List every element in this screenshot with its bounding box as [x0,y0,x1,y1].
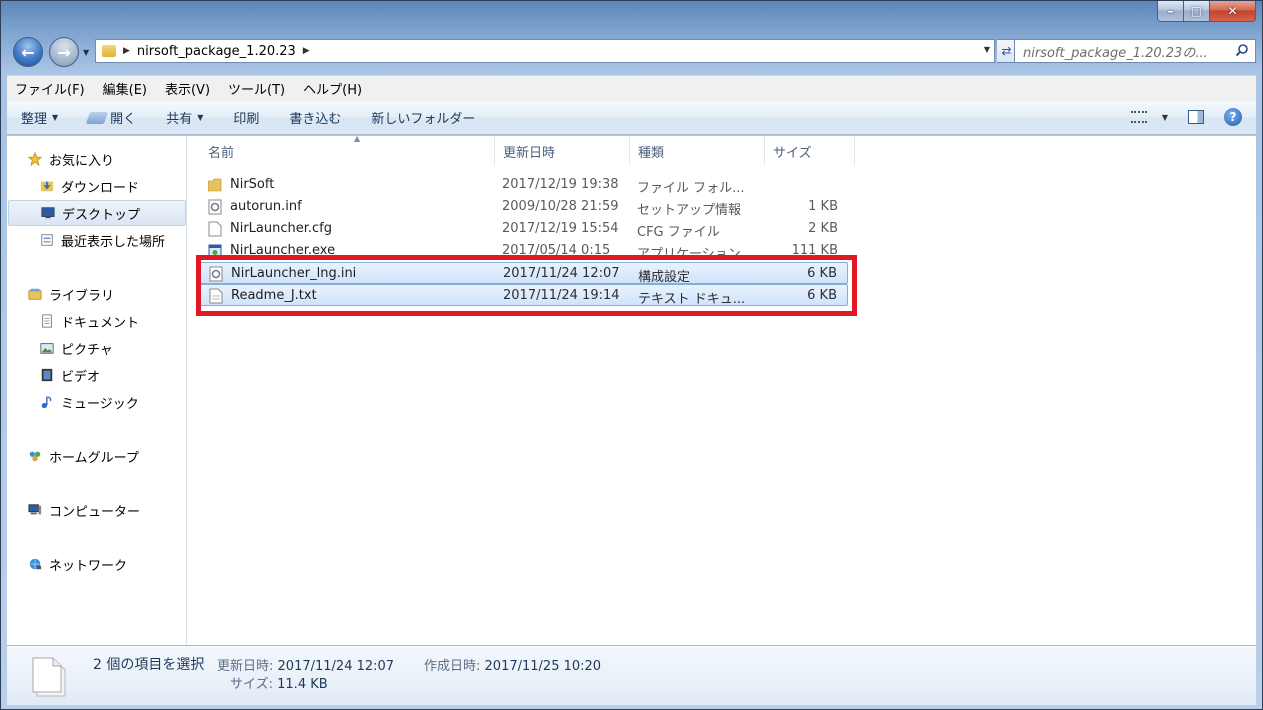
minimize-button[interactable]: – [1157,1,1184,22]
settings-file-icon [209,266,223,282]
caret-down-icon: ▼ [52,113,59,122]
file-row-nirlauncher-cfg[interactable]: NirLauncher.cfg 2017/12/19 15:54 CFG ファイ… [200,218,848,240]
back-button[interactable]: ← [13,37,43,67]
address-bar[interactable]: ▶ nirsoft_package_1.20.23 ▶ ▼ [95,39,995,63]
navigation-pane[interactable]: お気に入り ダウンロード デスクトップ 最近表示した場所 ライブラリ ドキュメン… [7,136,187,645]
homegroup-icon [29,451,41,462]
command-bar: 整理 ▼ 開く 共有 ▼ 印刷 書き込む 新しいフォルダー ▼ ? [7,101,1256,135]
new-folder-button[interactable]: 新しいフォルダー [371,108,475,127]
menu-file[interactable]: ファイル(F) [15,79,85,98]
column-header-name[interactable]: 名前 ▲ [200,134,495,166]
star-icon [27,152,43,166]
arrow-left-icon: ← [21,42,35,62]
pictures-icon [40,343,54,354]
menu-bar: ファイル(F) 編集(E) 表示(V) ツール(T) ヘルプ(H) [7,75,1256,101]
file-row-autorun-inf[interactable]: autorun.inf 2009/10/28 21:59 セットアップ情報 1 … [200,196,848,218]
help-icon[interactable]: ? [1224,108,1242,126]
nav-desktop[interactable]: デスクトップ [8,200,186,226]
organize-button[interactable]: 整理 ▼ [21,108,58,127]
search-icon[interactable] [1235,43,1249,57]
nav-computer[interactable]: コンピューター [7,497,187,523]
breadcrumb-chevron-icon[interactable]: ▶ [123,46,130,56]
maximize-button[interactable]: □ [1184,1,1210,22]
nav-libraries[interactable]: ライブラリ [7,281,187,307]
column-header-date[interactable]: 更新日時 [495,136,630,166]
navigation-row: ← → ▼ ▶ nirsoft_package_1.20.23 ▶ ▼ ⇄ ni… [11,35,1256,69]
file-row-readme-j-txt[interactable]: Readme_J.txt 2017/11/24 19:14 テキスト ドキュ..… [200,284,848,307]
view-options-icon[interactable] [1130,111,1147,123]
documents-icon [42,314,52,328]
close-button[interactable]: ✕ [1210,1,1256,22]
column-header-type[interactable]: 種類 [630,136,765,166]
library-icon [28,288,42,300]
search-input[interactable]: nirsoft_package_1.20.23の... [1023,42,1238,61]
recent-pages-dropdown[interactable]: ▼ [83,48,89,57]
open-icon [85,111,109,124]
menu-help[interactable]: ヘルプ(H) [303,79,362,98]
blank-file-icon [208,221,222,237]
folder-icon [102,45,116,57]
caption-buttons: – □ ✕ [1157,1,1256,22]
recent-places-icon [41,234,53,246]
nav-network[interactable]: ネットワーク [7,551,187,577]
address-dropdown-icon[interactable]: ▼ [984,45,990,54]
preview-pane-icon[interactable] [1188,110,1204,124]
caret-down-icon: ▼ [197,113,204,122]
search-box[interactable]: nirsoft_package_1.20.23の... [1014,39,1256,63]
sort-ascending-icon: ▲ [354,134,361,143]
menu-tools[interactable]: ツール(T) [228,79,285,98]
details-pane: 2 個の項目を選択 更新日時: 2017/11/24 12:07 作成日時: 2… [7,645,1256,705]
arrow-right-icon: → [57,42,71,62]
nav-pictures[interactable]: ピクチャ [7,335,187,361]
nav-music[interactable]: ミュージック [7,389,187,415]
text-file-icon [209,288,223,304]
refresh-icon: ⇄ [1001,44,1012,58]
multiple-files-icon [32,657,66,697]
file-row-nirlauncher-exe[interactable]: NirLauncher.exe 2017/05/14 0:15 アプリケーション… [200,240,848,262]
created-info: 作成日時: 2017/11/25 10:20 [424,659,602,674]
desktop-icon [41,207,55,219]
file-list-pane[interactable]: 名前 ▲ 更新日時 種類 サイズ NirSoft 2017/12/19 19:3… [188,134,1256,645]
network-icon [29,558,42,570]
application-icon [208,244,222,258]
nav-favorites[interactable]: お気に入り [7,146,187,172]
download-folder-icon [40,181,54,192]
content-area: お気に入り ダウンロード デスクトップ 最近表示した場所 ライブラリ ドキュメン… [7,134,1256,645]
menu-edit[interactable]: 編集(E) [103,79,147,98]
nav-documents[interactable]: ドキュメント [7,308,187,334]
open-button[interactable]: 開く [85,108,136,127]
folder-icon [208,178,222,192]
nav-homegroup[interactable]: ホームグループ [7,443,187,469]
share-button[interactable]: 共有 ▼ [166,108,203,127]
column-header-size[interactable]: サイズ [765,136,855,166]
videos-icon [41,368,53,382]
nav-downloads[interactable]: ダウンロード [7,173,187,199]
burn-button[interactable]: 書き込む [289,108,341,127]
nav-recent-places[interactable]: 最近表示した場所 [7,227,187,253]
size-info: サイズ: 11.4 KB [230,677,328,692]
print-button[interactable]: 印刷 [233,108,259,127]
view-controls: ▼ ? [1130,108,1242,126]
breadcrumb-chevron-icon[interactable]: ▶ [303,46,310,56]
breadcrumb-segment[interactable]: nirsoft_package_1.20.23 [137,44,296,59]
music-icon [41,396,52,409]
computer-icon [28,504,42,515]
nav-videos[interactable]: ビデオ [7,362,187,388]
modified-info: 更新日時: 2017/11/24 12:07 [217,659,395,674]
explorer-window: – □ ✕ ← → ▼ ▶ nirsoft_package_1.20.23 ▶ … [0,0,1263,710]
forward-button[interactable]: → [49,37,79,67]
selection-count: 2 個の項目を選択 [93,657,205,673]
settings-file-icon [208,199,222,215]
menu-view[interactable]: 表示(V) [165,79,210,98]
view-caret-icon[interactable]: ▼ [1162,113,1168,122]
file-row-nirsoft[interactable]: NirSoft 2017/12/19 19:38 ファイル フォル... [200,174,848,196]
file-row-nirlauncher-lng-ini[interactable]: NirLauncher_lng.ini 2017/11/24 12:07 構成設… [200,262,848,285]
